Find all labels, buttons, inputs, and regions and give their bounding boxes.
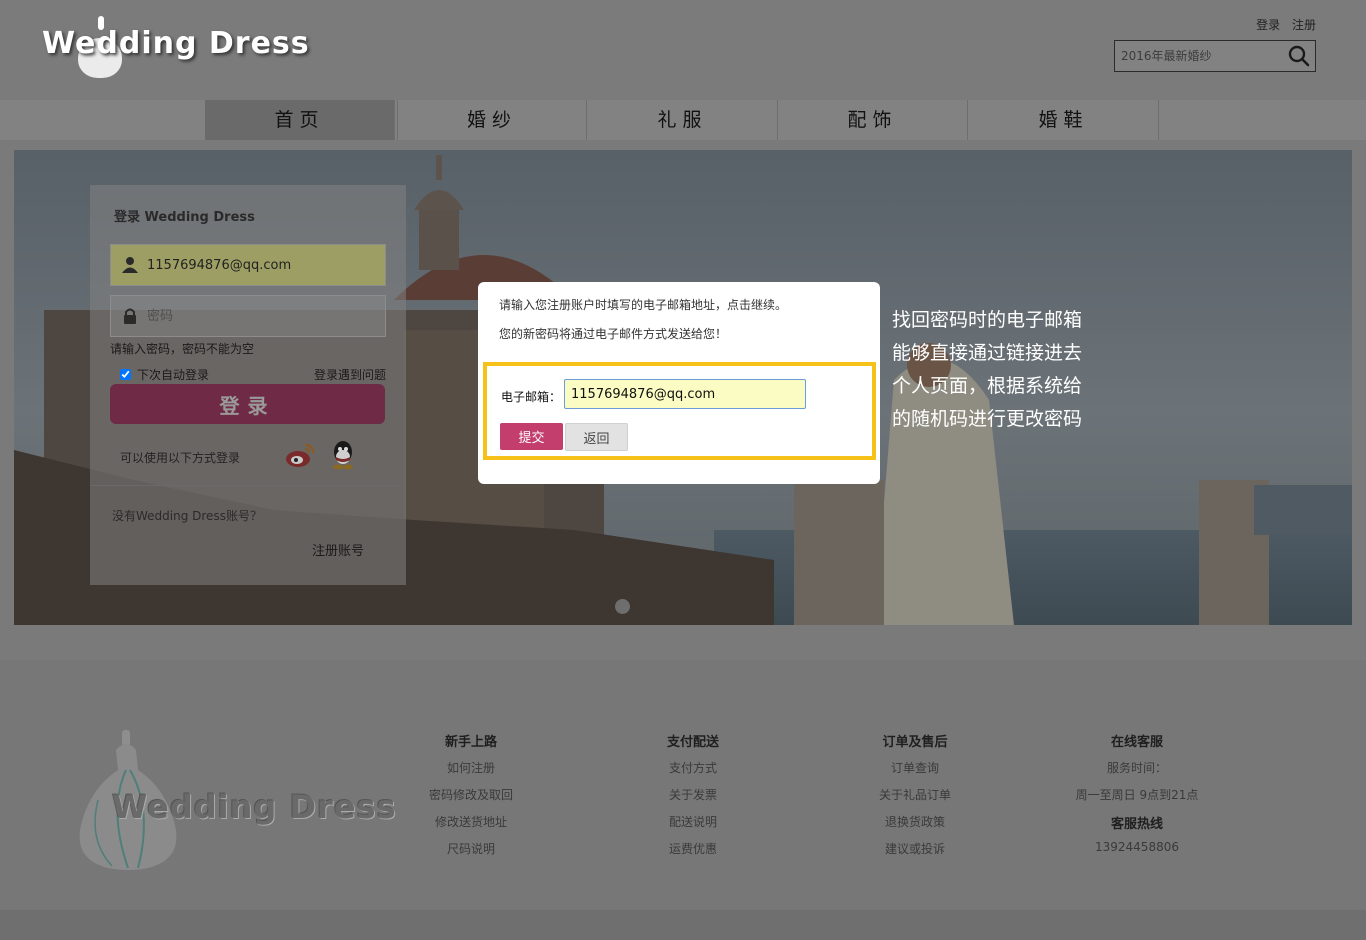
footer-logo: Wedding Dress — [112, 788, 397, 826]
search-input[interactable] — [1115, 41, 1285, 71]
footer-column-orders: 订单及售后 订单查询 关于礼品订单 退换货政策 建议或投诉 — [825, 731, 1005, 867]
annotation-line: 个人页面，根据系统给 — [892, 375, 1083, 397]
nav-item-wedding-dress[interactable]: 婚纱 — [397, 100, 587, 140]
footer-link[interactable]: 运费优惠 — [603, 840, 783, 867]
footer-column-title: 新手上路 — [444, 735, 497, 750]
nav-item-shoes[interactable]: 婚鞋 — [969, 100, 1159, 140]
footer-column-newbie: 新手上路 如何注册 密码修改及取回 修改送货地址 尺码说明 — [381, 731, 561, 867]
login-button[interactable]: 登录 — [110, 384, 385, 424]
login-problem-link[interactable]: 登录遇到问题 — [314, 366, 386, 383]
footer-column-title: 订单及售后 — [882, 735, 948, 750]
footer-column-service: 在线客服 服务时间： 周一至周日 9点到21点 客服热线 13924458806 — [1047, 731, 1227, 867]
password-field — [110, 295, 386, 337]
password-recovery-dialog: 请输入您注册账户时填写的电子邮箱地址，点击继续。 您的新密码将通过电子邮件方式发… — [478, 282, 880, 484]
email-form-highlight: 电子邮箱： 提交 返回 — [483, 362, 876, 460]
dialog-notice: 您的新密码将通过电子邮件方式发送给您！ — [499, 327, 728, 341]
alt-login-text: 可以使用以下方式登录 — [120, 451, 241, 465]
no-account-text: 没有Wedding Dress账号？ — [112, 509, 262, 523]
footer-link[interactable]: 尺码说明 — [381, 840, 561, 867]
dialog-instruction: 请输入您注册账户时填写的电子邮箱地址，点击继续。 — [499, 298, 788, 312]
annotation-line: 找回密码时的电子邮箱 — [892, 309, 1083, 331]
lock-icon — [124, 308, 136, 324]
footer-column-payment: 支付配送 支付方式 关于发票 配送说明 运费优惠 — [603, 731, 783, 867]
footer-link[interactable]: 如何注册 — [381, 759, 561, 786]
weibo-icon[interactable] — [285, 441, 315, 469]
nav-item-accessories[interactable]: 配饰 — [778, 100, 968, 140]
annotation-text: 找回密码时的电子邮箱 能够直接通过链接进去 个人页面，根据系统给 的随机码进行更… — [892, 304, 1092, 436]
footer-link[interactable]: 修改送货地址 — [381, 813, 561, 840]
carousel-dot[interactable] — [615, 599, 630, 614]
footer-link[interactable]: 支付方式 — [603, 759, 783, 786]
footer-link[interactable]: 密码修改及取回 — [381, 786, 561, 813]
remember-me[interactable]: 下次自动登录 — [120, 366, 209, 383]
qq-icon[interactable] — [331, 440, 355, 470]
password-input[interactable] — [147, 296, 379, 336]
hotline-title: 客服热线 — [1110, 817, 1163, 832]
footer-column-title: 支付配送 — [666, 735, 719, 750]
email-label: 电子邮箱： — [501, 390, 562, 404]
site-header: Wedding Dress 登录 注册 — [0, 0, 1366, 100]
footer-link[interactable]: 订单查询 — [825, 759, 1005, 786]
remember-checkbox[interactable] — [120, 369, 131, 380]
hotline-number: 13924458806 — [1095, 840, 1179, 854]
main-nav: 首页 婚纱 礼服 配饰 婚鞋 — [0, 100, 1366, 140]
nav-item-home[interactable]: 首页 — [205, 100, 395, 140]
login-title: 登录 Wedding Dress — [114, 210, 255, 225]
footer-column-title: 在线客服 — [1110, 735, 1163, 750]
footer-bottom-bar — [0, 910, 1366, 940]
username-field — [110, 244, 386, 286]
footer-link[interactable]: 关于发票 — [603, 786, 783, 813]
login-panel: 登录 Wedding Dress 请输入密码，密码不能为空 下次自动登录 登录遇… — [90, 185, 406, 585]
annotation-line: 能够直接通过链接进去 — [892, 342, 1083, 364]
submit-button[interactable]: 提交 — [500, 423, 563, 450]
annotation-line: 的随机码进行更改密码 — [892, 408, 1083, 430]
user-icon — [122, 257, 138, 273]
username-input[interactable] — [147, 245, 379, 285]
search-box — [1114, 40, 1316, 72]
service-hours-label: 服务时间： — [1106, 761, 1167, 775]
password-validation-hint: 请输入密码，密码不能为空 — [110, 342, 255, 356]
service-hours: 周一至周日 9点到21点 — [1075, 788, 1199, 802]
footer-link[interactable]: 退换货政策 — [825, 813, 1005, 840]
register-account-link[interactable]: 注册账号 — [312, 540, 364, 559]
footer-link[interactable]: 关于礼品订单 — [825, 786, 1005, 813]
nav-item-gown[interactable]: 礼服 — [588, 100, 778, 140]
header-register-link[interactable]: 注册 — [1292, 18, 1316, 32]
top-links: 登录 注册 — [1248, 16, 1316, 33]
site-logo[interactable]: Wedding Dress — [42, 26, 310, 61]
footer-link[interactable]: 建议或投诉 — [825, 840, 1005, 867]
footer-link[interactable]: 配送说明 — [603, 813, 783, 840]
back-button[interactable]: 返回 — [565, 423, 628, 451]
remember-label: 下次自动登录 — [137, 368, 210, 382]
header-login-link[interactable]: 登录 — [1256, 18, 1280, 32]
email-input[interactable] — [564, 379, 806, 409]
login-divider — [90, 485, 406, 486]
search-icon[interactable] — [1288, 45, 1310, 67]
